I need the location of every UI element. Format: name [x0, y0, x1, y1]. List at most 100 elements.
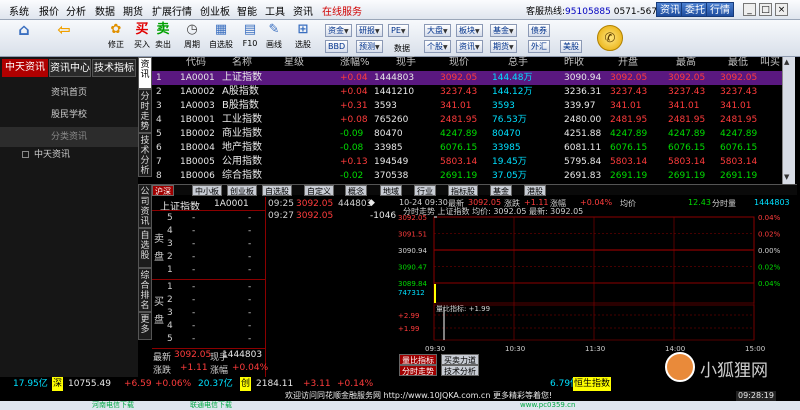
- col-stars[interactable]: 星级: [284, 57, 304, 69]
- back-button[interactable]: ⇦: [52, 21, 76, 55]
- research-button[interactable]: 研报▼: [356, 24, 383, 37]
- tab-tech-indicators[interactable]: 技术指标: [92, 59, 136, 77]
- menu-gem[interactable]: 创业板: [200, 3, 230, 18]
- news-button[interactable]: 资讯▼: [456, 40, 483, 53]
- col-total-vol[interactable]: 总手: [508, 57, 528, 69]
- tree-expand-icon[interactable]: [22, 151, 29, 158]
- table-row[interactable]: 1 1A0001 上证指数 +0.04 1444803 3092.05 144.48万 309…: [152, 71, 782, 85]
- scroll-up-icon[interactable]: ▲: [784, 58, 789, 66]
- download-link-unicom[interactable]: 联通电信下载: [190, 401, 232, 410]
- forex-button[interactable]: 外汇: [528, 40, 550, 53]
- smart-assistant-icon[interactable]: ✆: [597, 25, 623, 51]
- menu-extended[interactable]: 扩展行情: [152, 3, 192, 18]
- stock-select-button[interactable]: ⊞ 选股: [291, 21, 315, 55]
- sector-tab-industry[interactable]: 行业: [414, 185, 436, 196]
- home-button[interactable]: ⌂: [12, 21, 36, 55]
- header-order-button[interactable]: 委托: [681, 2, 709, 17]
- menu-online-service[interactable]: 在线服务: [322, 3, 362, 18]
- download-link-henan[interactable]: 河南电信下载: [92, 401, 134, 410]
- table-row[interactable]: 7 1B0005 公用指数 +0.13 194549 5803.14 19.45万 5795.…: [152, 155, 782, 169]
- vtab-more[interactable]: 更多: [138, 312, 152, 340]
- col-name[interactable]: 名称: [232, 57, 252, 69]
- fix-button[interactable]: ✿ 修正: [104, 21, 128, 55]
- menu-tools[interactable]: 工具: [265, 3, 285, 18]
- us-stock-button[interactable]: 美股: [560, 40, 582, 53]
- tab-intraday-trend[interactable]: 分时走势: [399, 365, 437, 376]
- sector-tab-region[interactable]: 地域: [380, 185, 402, 196]
- vtab-news[interactable]: 资讯: [138, 57, 152, 89]
- menu-futures[interactable]: 期货: [123, 3, 143, 18]
- vtab-company[interactable]: 公司资讯: [138, 184, 152, 228]
- sector-tab-gem[interactable]: 创业板: [227, 185, 257, 196]
- quote-scrollbar[interactable]: ▲ ▼: [782, 57, 795, 184]
- forecast-button[interactable]: 预测▼: [356, 40, 383, 53]
- table-row[interactable]: 5 1B0002 商业指数 -0.09 80470 4247.89 80470 4251.88…: [152, 127, 782, 141]
- vtab-intraday[interactable]: 分时走势: [138, 89, 152, 133]
- tab-technical-analysis[interactable]: 技术分析: [441, 365, 479, 376]
- news-home-link[interactable]: 资讯首页: [0, 83, 138, 103]
- sector-tab-custom[interactable]: 自定义: [304, 185, 334, 196]
- menu-quote[interactable]: 报价: [39, 3, 59, 18]
- sector-tab-watchlist[interactable]: 自选股: [262, 185, 292, 196]
- market-button[interactable]: 大盘▼: [424, 24, 451, 37]
- table-row[interactable]: 4 1B0001 工业指数 +0.08 765260 2481.95 76.53万 2480.…: [152, 113, 782, 127]
- header-market-button[interactable]: 行情: [706, 2, 734, 17]
- category-news-header[interactable]: 分类资讯: [0, 127, 138, 147]
- col-high[interactable]: 最高: [676, 57, 696, 69]
- menu-news[interactable]: 资讯: [293, 3, 313, 18]
- cell-price: 3092.05: [440, 73, 478, 83]
- site-link[interactable]: www.pc0359.cn: [520, 401, 575, 410]
- col-bid[interactable]: 叫买: [760, 57, 780, 69]
- sector-tab-fund[interactable]: 基金: [490, 185, 512, 196]
- table-row[interactable]: 6 1B0004 地产指数 -0.08 33985 6076.15 33985 6081.11…: [152, 141, 782, 155]
- indicator-tab-force[interactable]: 买卖力道: [441, 354, 479, 365]
- menu-smart[interactable]: 智能: [237, 3, 257, 18]
- tree-item-zhongtian[interactable]: 中天资讯: [34, 147, 70, 160]
- vtab-watchlist[interactable]: 自选股: [138, 228, 152, 268]
- tab-news-center[interactable]: 资讯中心: [49, 59, 91, 77]
- investor-school-link[interactable]: 股民学校: [0, 105, 138, 125]
- sector-tab-hk[interactable]: 港股: [524, 185, 546, 196]
- indicator-tab-volume-ratio[interactable]: 量比指标: [399, 354, 437, 365]
- welcome-ticker[interactable]: 欢迎访问同花顺金融服务网 http://www.10JQKA.com.cn 更多…: [285, 391, 552, 401]
- bbd-button[interactable]: BBD: [325, 40, 349, 53]
- menu-data[interactable]: 数据: [95, 3, 115, 18]
- col-price[interactable]: 现价: [449, 57, 469, 69]
- bond-button[interactable]: 债券: [528, 24, 550, 37]
- minimize-icon[interactable]: _: [743, 3, 756, 16]
- vtab-ranking[interactable]: 综合排名: [138, 268, 152, 312]
- stock-button[interactable]: 个股▼: [424, 40, 451, 53]
- sector-tab-sme[interactable]: 中小板: [192, 185, 222, 196]
- intraday-chart[interactable]: 10-24 09:30 最新 3092.05 涨跌 +1.11 涨幅 +0.04…: [396, 197, 796, 377]
- col-last-vol[interactable]: 现手: [396, 57, 416, 69]
- col-open[interactable]: 开盘: [618, 57, 638, 69]
- watchlist-button[interactable]: ▦ 自选股: [209, 21, 233, 55]
- futures-button[interactable]: 期货▼: [490, 40, 517, 53]
- menu-analysis[interactable]: 分析: [66, 3, 86, 18]
- close-icon[interactable]: ×: [775, 3, 788, 16]
- sector-tab-index-stock[interactable]: 指标股: [448, 185, 478, 196]
- table-row[interactable]: 8 1B0006 综合指数 -0.02 370538 2691.19 37.05万 2691.…: [152, 169, 782, 183]
- header-news-button[interactable]: 资讯: [656, 2, 684, 17]
- tab-zhongtian-news[interactable]: 中天资讯: [2, 59, 48, 77]
- scroll-down-icon[interactable]: ▼: [784, 173, 789, 181]
- sell-button[interactable]: 卖 卖出: [151, 21, 175, 55]
- sector-button[interactable]: 板块▼: [456, 24, 483, 37]
- draw-line-button[interactable]: ✎ 画线: [262, 21, 286, 55]
- col-change-pct[interactable]: 涨幅%: [340, 57, 370, 69]
- sector-tab-concept[interactable]: 概念: [345, 185, 367, 196]
- fund-flow-button[interactable]: 资金▼: [325, 24, 352, 37]
- col-low[interactable]: 最低: [728, 57, 748, 69]
- menu-system[interactable]: 系统: [9, 3, 29, 18]
- maximize-icon[interactable]: □: [759, 3, 772, 16]
- sector-tab-hushen[interactable]: 沪深: [152, 185, 174, 196]
- col-prev-close[interactable]: 昨收: [564, 57, 584, 69]
- vtab-technical[interactable]: 技术分析: [138, 133, 152, 177]
- fund-button[interactable]: 基金▼: [490, 24, 517, 37]
- pe-button[interactable]: PE▼: [388, 24, 409, 37]
- period-button[interactable]: ◷ 周期: [180, 21, 204, 55]
- data-label[interactable]: 数据: [394, 43, 410, 54]
- table-row[interactable]: 3 1A0003 B股指数 +0.31 3593 341.01 3593 339.97 341.…: [152, 99, 782, 113]
- col-code[interactable]: 代码: [186, 57, 206, 69]
- table-row[interactable]: 2 1A0002 A股指数 +0.04 1441210 3237.43 144.12万 323…: [152, 85, 782, 99]
